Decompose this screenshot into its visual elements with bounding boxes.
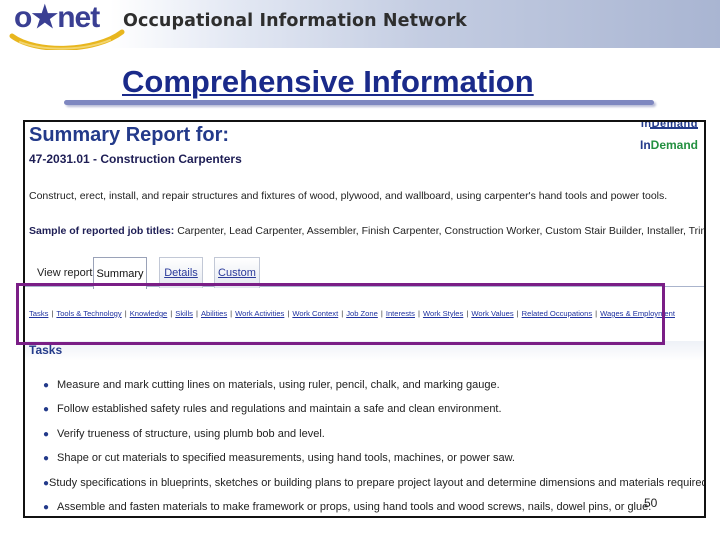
tasks-heading: Tasks <box>29 343 63 357</box>
page-number: 50 <box>644 496 658 510</box>
list-item: ● Assemble and fasten materials to make f… <box>43 500 683 516</box>
indemand-logo[interactable]: InDemand <box>640 138 698 152</box>
list-item: ● Verify trueness of structure, using plu… <box>43 428 683 452</box>
onet-logo: o★net <box>6 1 126 51</box>
indemand-demand: Demand <box>650 138 698 152</box>
bullet-icon: ● <box>43 428 50 440</box>
bullet-icon: ● <box>43 404 50 416</box>
bullet-icon: ● <box>43 501 50 513</box>
indemand-underline <box>650 127 698 129</box>
task-text: Shape or cut materials to specified meas… <box>57 452 515 465</box>
bullet-icon: ● <box>43 380 50 391</box>
logo-text: o★net <box>14 1 100 34</box>
sample-label: Sample of reported job titles: <box>29 225 175 237</box>
nav-highlight-box <box>16 283 665 345</box>
network-name: Occupational Information Network <box>123 11 467 31</box>
task-text: Verify trueness of structure, using plum… <box>57 427 325 440</box>
bullet-icon: ● <box>43 453 50 465</box>
view-report-label: View report: <box>37 267 96 279</box>
title-divider <box>64 100 654 105</box>
sample-job-titles: Sample of reported job titles: Carpenter… <box>29 225 706 237</box>
indemand-in: In <box>639 138 651 152</box>
onet-banner: o★net Occupational Information Network <box>0 0 720 51</box>
sample-titles: Carpenter, Lead Carpenter, Assembler, Fi… <box>177 225 706 237</box>
task-text: Measure and mark cutting lines on materi… <box>57 379 500 391</box>
list-item: ● Measure and mark cutting lines on mater… <box>43 379 683 403</box>
slide-title: Comprehensive Information <box>122 64 534 99</box>
list-item: ● Study specifications in blueprints, ske… <box>43 477 704 501</box>
report-title: Summary Report for: <box>29 124 230 146</box>
task-text: Assemble and fasten materials to make fr… <box>57 500 652 513</box>
list-item: ● Follow established safety rules and reg… <box>43 403 683 427</box>
list-item: ● Shape or cut materials to specified mea… <box>43 452 683 476</box>
task-text: Study specifications in blueprints, sket… <box>49 476 706 489</box>
occupation-code-title: 47-2031.01 - Construction Carpenters <box>29 152 242 166</box>
occupation-description: Construct, erect, install, and repair st… <box>29 190 668 202</box>
task-list: ● Measure and mark cutting lines on mater… <box>43 379 704 516</box>
task-text: Follow established safety rules and regu… <box>57 403 502 416</box>
